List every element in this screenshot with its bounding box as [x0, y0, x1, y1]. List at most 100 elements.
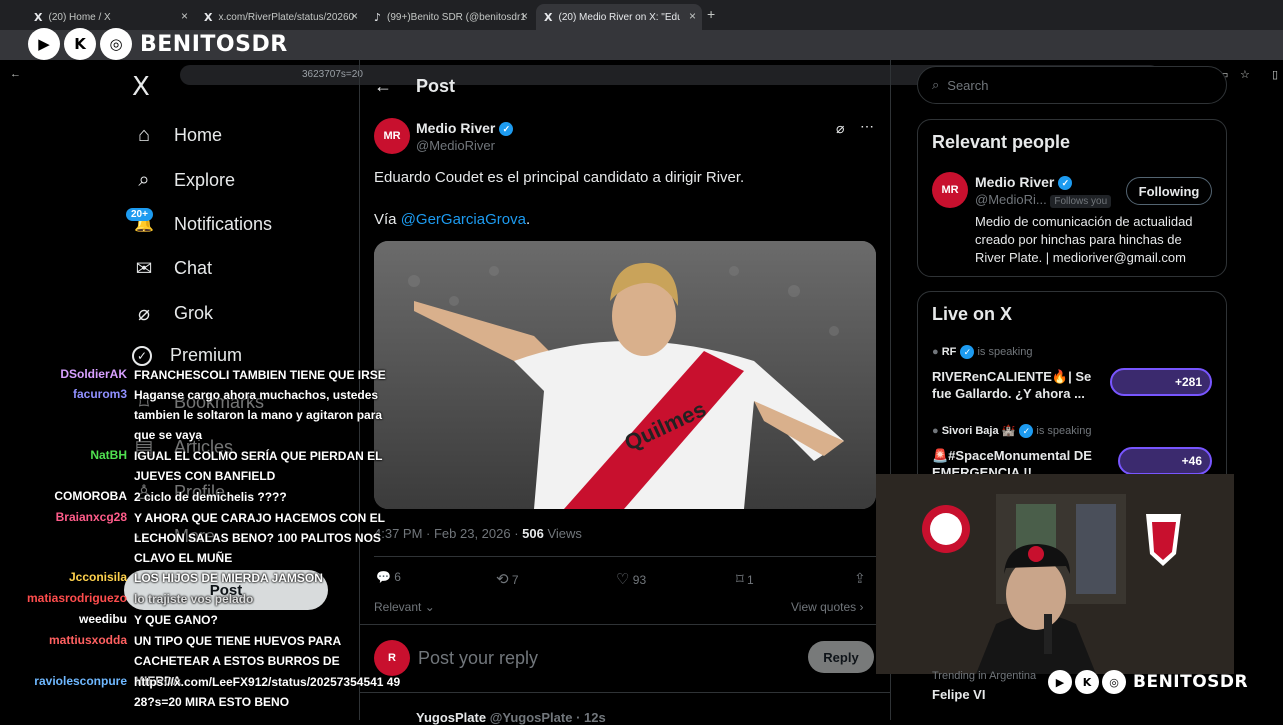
next-reply-handle: @YugosPlate · 12s: [489, 710, 606, 725]
browser-tab-active[interactable]: X (20) Medio River on X: "Eduard ×: [536, 4, 702, 30]
author-name: Medio River: [416, 120, 496, 136]
bookmark-star-icon[interactable]: ☆: [1240, 68, 1250, 81]
person-handle: @MedioRi...: [975, 192, 1047, 207]
x-logo-icon[interactable]: X: [132, 72, 150, 102]
like-count: 93: [632, 573, 647, 587]
chat-text: 2 ciclo de demichelis ????: [134, 490, 287, 504]
chat-username: raviolesconpure: [34, 674, 127, 688]
reply-input[interactable]: Post your reply: [418, 648, 538, 669]
x-icon: X: [204, 10, 213, 24]
new-tab-button[interactable]: +: [707, 6, 715, 22]
nav-premium[interactable]: ✓ Premium: [132, 345, 242, 366]
kick-icon: K: [64, 28, 96, 60]
youtube-icon: ▶: [28, 28, 60, 60]
space-status: is speaking: [977, 345, 1033, 358]
host-avatar-icon: ●: [932, 425, 939, 437]
search-input[interactable]: ⌕ Search: [917, 66, 1227, 104]
card-title: Relevant people: [932, 132, 1071, 152]
space-title[interactable]: 🚨#SpaceMonumental DE EMERGENCIA !!: [932, 447, 1112, 475]
tab-title: x.com/RiverPlate/status/20260: [218, 11, 355, 23]
nav-label: Explore: [174, 169, 236, 190]
like-action[interactable]: ♡ 93: [616, 570, 646, 588]
nav-label: Premium: [170, 345, 243, 365]
space-status: is speaking: [1036, 425, 1092, 437]
chat-text: https://x.com/LeeFX912/status/2025735454…: [134, 675, 401, 709]
nav-notifications[interactable]: 🔔 Notifications: [132, 212, 272, 236]
instagram-icon: ◎: [100, 28, 132, 60]
trending-topic[interactable]: Felipe VI: [932, 687, 985, 702]
chevron-down-icon: ⌄: [424, 600, 435, 614]
nav-home[interactable]: ⌂ Home: [132, 123, 222, 147]
avatar[interactable]: MR: [932, 172, 968, 208]
person-handle-row: @MedioRi... Follows you: [975, 192, 1112, 208]
share-icon[interactable]: ⇪: [854, 570, 866, 587]
close-icon[interactable]: ×: [181, 9, 188, 23]
chat-text: FRANCHESCOLI TAMBIEN TIENE QUE IRSE: [134, 368, 386, 382]
chat-text: Y AHORA QUE CARAJO HACEMOS CON EL LECHON…: [134, 511, 385, 565]
grok-icon: ⌀: [137, 302, 151, 325]
streamer-webcam-image: [876, 474, 1234, 674]
post-image[interactable]: Quilmes: [374, 241, 876, 509]
more-options-icon[interactable]: ⋯: [860, 118, 874, 135]
home-icon: ⌂: [137, 123, 151, 146]
post-header: ← Post: [374, 76, 455, 97]
grok-icon[interactable]: ⌀: [836, 120, 844, 137]
author-handle[interactable]: @MedioRiver: [416, 138, 495, 153]
tab-title: (20) Medio River on X: "Eduard: [558, 11, 681, 23]
repost-icon: ⟲: [496, 571, 509, 588]
view-quotes-link[interactable]: View quotes ›: [791, 600, 864, 614]
space-title[interactable]: RIVERenCALIENTE🔥| Se fue Gallardo. ¿Y ah…: [932, 368, 1112, 402]
chat-username: facurom3: [72, 387, 127, 401]
reply-button[interactable]: Reply: [808, 641, 874, 673]
nav-grok[interactable]: ⌀ Grok: [132, 301, 213, 325]
close-icon[interactable]: ×: [521, 9, 528, 23]
search-icon: ⌕: [138, 168, 150, 191]
next-reply-author[interactable]: YugosPlate @YugosPlate · 12s: [416, 710, 606, 725]
chat-text: Y QUE GANO?: [134, 613, 218, 627]
following-button[interactable]: Following: [1126, 177, 1212, 205]
repost-action[interactable]: ⟲ 7: [496, 570, 519, 588]
next-reply-name: YugosPlate: [416, 710, 487, 725]
space-host-row: ● RF ✓ is speaking: [932, 345, 1033, 359]
back-arrow-icon[interactable]: ←: [374, 76, 392, 97]
person-name-row[interactable]: Medio River ✓: [975, 174, 1073, 191]
verified-icon: ✓: [960, 345, 975, 359]
stream-chat-overlay: DSoldierAK FRANCHESCOLI TAMBIEN TIENE QU…: [0, 365, 410, 720]
browser-tab-home[interactable]: X (20) Home / X ×: [26, 4, 194, 30]
nav-explore[interactable]: ⌕ Explore: [132, 168, 235, 192]
close-icon[interactable]: ×: [351, 9, 358, 23]
trending-label: Trending in Argentina: [932, 670, 1037, 682]
space-listeners-pill[interactable]: +281: [1110, 368, 1212, 396]
divider: [359, 624, 890, 625]
nav-chat[interactable]: ✉ Chat: [132, 256, 212, 280]
brand-name: BENITOSDR: [1133, 672, 1249, 692]
heart-icon: ♡: [616, 571, 630, 588]
mention-link[interactable]: @GerGarciaGrova: [401, 211, 526, 228]
card-title: Live on X: [932, 304, 1013, 324]
repost-count: 7: [511, 573, 519, 587]
divider: [359, 692, 890, 693]
extensions-icon[interactable]: ▯: [1272, 68, 1278, 81]
person-name: Medio River: [975, 174, 1055, 190]
space-host: Sivori Baja 🏰: [941, 425, 1016, 437]
mail-icon: ✉: [135, 257, 153, 280]
chat-username: COMOROBA: [54, 489, 127, 503]
chat-username: weedibu: [78, 612, 127, 626]
tiktok-icon: ♪: [374, 10, 382, 24]
author-name-row[interactable]: Medio River ✓: [416, 120, 514, 137]
browser-tab-riverplate[interactable]: X x.com/RiverPlate/status/20260 ×: [196, 4, 364, 30]
close-icon[interactable]: ×: [689, 9, 696, 23]
space-listeners-pill[interactable]: +46: [1118, 447, 1212, 475]
listeners-count: +281: [1174, 375, 1202, 389]
post-via: Vía @GerGarciaGrova.: [374, 211, 530, 228]
post-header-title: Post: [416, 76, 456, 96]
view-quotes-label: View quotes: [791, 600, 857, 614]
avatar[interactable]: MR: [374, 118, 410, 154]
bookmark-count: 1: [747, 573, 754, 587]
browser-tab-tiktok[interactable]: ♪ (99+)Benito SDR (@benitosdr1 ×: [366, 4, 534, 30]
person-bio: Medio de comunicación de actualidad crea…: [975, 214, 1193, 265]
bookmark-action[interactable]: ⌑ 1: [736, 570, 754, 588]
nav-label: Home: [174, 124, 223, 145]
chat-text: IGUAL EL COLMO SERÍA QUE PIERDAN EL JUEV…: [134, 449, 383, 483]
chat-username: Braianxcg28: [55, 510, 127, 524]
